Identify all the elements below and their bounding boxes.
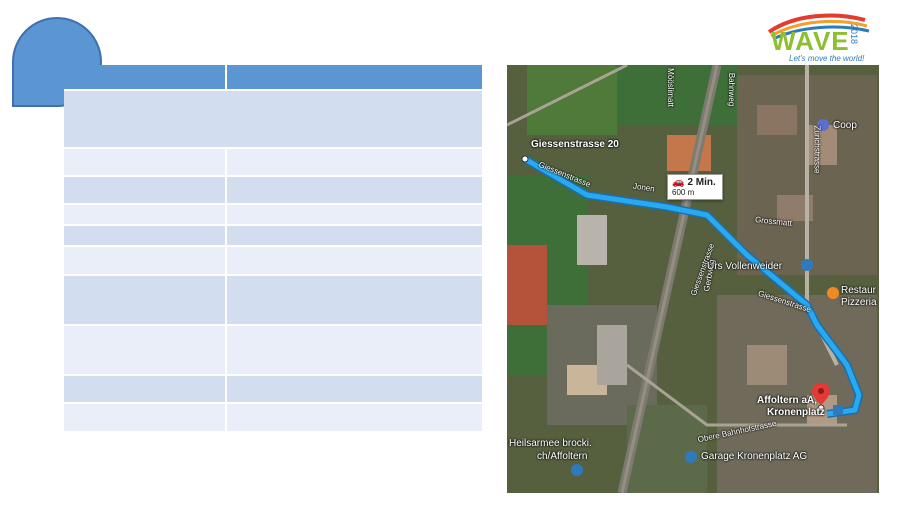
table-row [64,276,484,326]
table-cell [227,276,484,326]
route-duration-callout[interactable]: 🚗 2 Min. 600 m [667,174,723,200]
map-poi-restaurant[interactable]: Restaur [841,285,876,296]
table-cell-merged [64,91,484,149]
info-table [64,65,484,433]
map-poi-coop[interactable]: Coop [833,120,857,131]
map-street-zurichstrasse: Zürichstrasse [812,125,822,174]
table-cell [64,326,227,376]
map-poi-garage[interactable]: Garage Kronenplatz AG [701,451,807,462]
table-cell [64,226,227,247]
table-cell [227,226,484,247]
logo-tagline: Let's move the world! [789,54,865,63]
table-row [64,226,484,247]
table-cell [227,177,484,205]
table-cell [227,376,484,404]
table-cell [64,247,227,276]
map-destination-line2: Kronenplatz [767,407,825,418]
table-row [64,326,484,376]
map-label-start: Giessenstrasse 20 [531,139,619,150]
table-cell [64,404,227,433]
table-header-cell-1 [64,65,227,91]
route-time: 2 Min. [687,177,716,188]
table-row [64,247,484,276]
table-cell [64,205,227,226]
table-cell [227,404,484,433]
route-distance: 600 m [672,188,695,197]
wave-logo: WAVE 2018 Let's move the world! [765,10,875,65]
table-cell [227,247,484,276]
table-cell [227,149,484,177]
table-header-cell-2 [227,65,484,91]
table-row [64,205,484,226]
table-row [64,376,484,404]
table-row [64,149,484,177]
table-row [64,404,484,433]
map-poi-urs[interactable]: Urs Vollenweider [707,261,782,272]
map-poi-pizzeria[interactable]: Pizzeria [841,297,877,308]
table-row [64,91,484,149]
table-header-row [64,65,484,91]
table-cell [227,205,484,226]
map-street-bahnweg: Bahnweg [727,72,737,107]
table-cell [64,276,227,326]
map-poi-heilsarmee-2[interactable]: ch/Affoltern [537,451,587,462]
car-icon: 🚗 [672,177,685,188]
logo-year: 2018 [849,24,859,45]
map-poi-heilsarmee[interactable]: Heilsarmee brocki. [509,438,592,449]
table-row [64,177,484,205]
logo-word: WAVE [771,26,850,56]
table-cell [227,326,484,376]
map-view[interactable]: Giessenstrasse 20 Giessenstrasse Giessen… [507,65,879,493]
table-cell [64,177,227,205]
table-cell [64,149,227,177]
table-cell [64,376,227,404]
map-destination-line1: Affoltern aA, [757,395,817,406]
map-street-moosmatt: Mööslimatt [665,68,675,107]
